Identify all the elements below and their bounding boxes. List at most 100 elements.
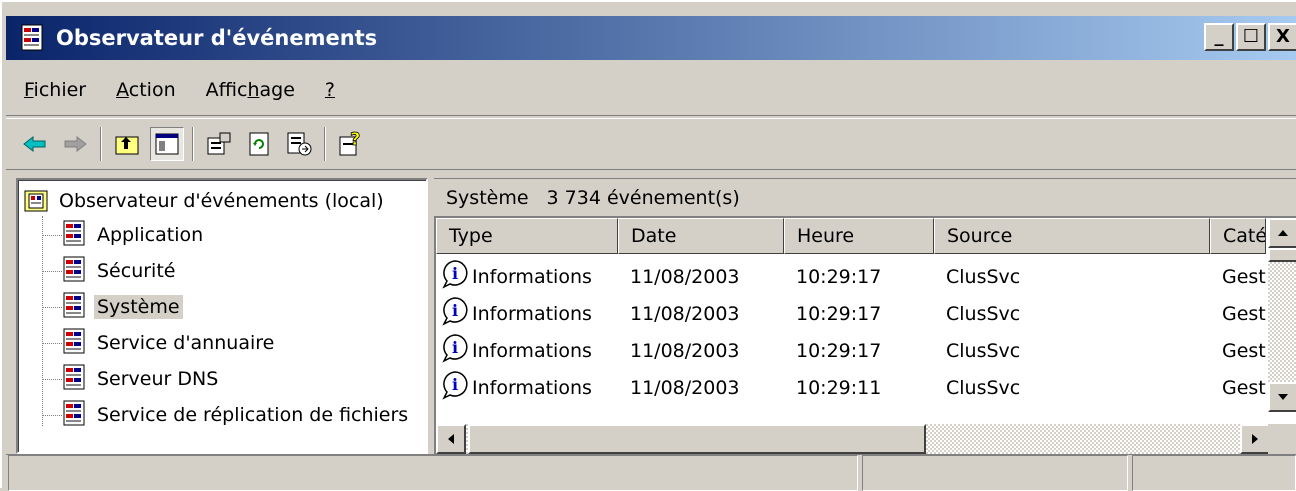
menu-affichage[interactable]: Affichage (206, 79, 295, 101)
tree-item-log[interactable]: Serveur DNS (62, 362, 221, 396)
table-cell: ClusSvc (934, 340, 1210, 362)
table-cell: i Informations (436, 370, 618, 405)
information-icon: i (436, 259, 472, 294)
forward-arrow-icon (64, 135, 87, 153)
cell-text: 10:29:11 (796, 376, 882, 399)
cell-text: Gestion (1222, 339, 1266, 362)
tree-connector (42, 235, 62, 236)
minimize-button[interactable]: _ (1204, 23, 1234, 51)
cell-text: Informations (472, 265, 592, 288)
tree-connector (42, 379, 62, 380)
event-list[interactable]: Type Date Heure Source Catégorie i Inform… (434, 216, 1296, 454)
arrow-right-icon (1252, 434, 1258, 444)
tree-connector (42, 216, 43, 426)
tree-item-label: Service de réplication de fichiers (97, 404, 409, 426)
menu-action[interactable]: Action (116, 79, 176, 101)
event-rows: i Informations 11/08/2003 10:29:17 ClusSvc Ge… (436, 258, 1266, 406)
svg-text:?: ? (350, 131, 360, 150)
cell-text: Informations (472, 339, 592, 362)
status-panel-main (8, 455, 858, 491)
tree-item-log[interactable]: Service d'annuaire (62, 326, 277, 360)
tree-item-log[interactable]: Système (62, 290, 183, 324)
column-header-date[interactable]: Date (618, 218, 784, 254)
tree-connector (42, 307, 62, 308)
tree-root-node[interactable]: Observateur d'événements (local) (24, 184, 387, 218)
table-cell: 11/08/2003 (618, 303, 784, 325)
close-button[interactable]: X (1268, 23, 1296, 51)
export-list-icon (287, 132, 312, 156)
horizontal-scrollbar[interactable] (436, 424, 1270, 454)
scroll-down-button[interactable] (1268, 382, 1296, 412)
vertical-scrollbar[interactable] (1268, 218, 1296, 412)
tree-root-label: Observateur d'événements (local) (59, 190, 384, 212)
tree-item-label: Service d'annuaire (97, 332, 275, 354)
cell-text: Gestion (1222, 376, 1266, 399)
result-pane-header: Système 3 734 événement(s) (434, 178, 1296, 216)
horizontal-scroll-thumb[interactable] (468, 424, 926, 454)
refresh-icon (249, 132, 269, 156)
properties-button[interactable] (202, 127, 236, 161)
table-row[interactable]: i Informations 11/08/2003 10:29:17 ClusSvc Ge… (436, 295, 1266, 332)
scroll-right-button[interactable] (1240, 424, 1270, 454)
properties-icon (207, 132, 231, 155)
maximize-button[interactable]: ☐ (1236, 23, 1266, 51)
cell-text: 11/08/2003 (630, 376, 740, 399)
column-header-type[interactable]: Type (436, 218, 618, 254)
scrollbar-corner (1268, 424, 1296, 454)
column-header-source[interactable]: Source (934, 218, 1210, 254)
table-row[interactable]: i Informations 11/08/2003 10:29:17 ClusSvc Ge… (436, 258, 1266, 295)
help-button[interactable]: ? (334, 127, 368, 161)
table-cell: Gestion (1210, 340, 1266, 362)
menu-fichier[interactable]: Fichier (24, 79, 86, 101)
event-log-icon (62, 328, 86, 359)
up-folder-icon (115, 136, 139, 155)
cell-text: 10:29:17 (796, 265, 882, 288)
information-icon: i (436, 333, 472, 368)
cell-text: 11/08/2003 (630, 302, 740, 325)
cell-text: Informations (472, 376, 592, 399)
cell-text: Gestion (1222, 302, 1266, 325)
information-icon: i (436, 370, 472, 405)
event-log-icon (62, 292, 86, 323)
tree-item-log[interactable]: Service de réplication de fichiers (62, 398, 411, 432)
event-viewer-app-icon[interactable] (20, 24, 46, 52)
column-header-time[interactable]: Heure (784, 218, 934, 254)
menu-help[interactable]: ? (325, 79, 335, 101)
cell-text: 10:29:17 (796, 302, 882, 325)
show-hide-tree-button[interactable] (150, 127, 184, 161)
vertical-scroll-thumb[interactable] (1268, 248, 1296, 262)
back-button[interactable] (18, 127, 52, 161)
refresh-button[interactable] (242, 127, 276, 161)
tree-item-label: Application (97, 224, 204, 246)
table-cell: 11/08/2003 (618, 266, 784, 288)
column-header-category[interactable]: Catégorie (1210, 218, 1266, 254)
export-list-button[interactable] (282, 127, 316, 161)
table-cell: 10:29:17 (784, 266, 934, 288)
cell-text: ClusSvc (946, 265, 1021, 288)
table-row[interactable]: i Informations 11/08/2003 10:29:11 ClusSvc Ge… (436, 369, 1266, 406)
status-panel-3 (1132, 455, 1296, 491)
title-bar[interactable]: Observateur d'événements _ ☐ X (6, 16, 1296, 60)
window-title: Observateur d'événements (56, 26, 378, 50)
console-tree[interactable]: Observateur d'événements (local) Applica… (16, 178, 428, 454)
table-cell: ClusSvc (934, 266, 1210, 288)
toolbar-separator (192, 127, 194, 161)
forward-button[interactable] (58, 127, 92, 161)
table-cell: ClusSvc (934, 377, 1210, 399)
table-cell: i Informations (436, 296, 618, 331)
scroll-left-button[interactable] (436, 424, 466, 454)
up-one-level-button[interactable] (110, 127, 144, 161)
svg-text:i: i (452, 338, 458, 357)
event-log-icon (62, 220, 86, 251)
status-panel-2 (862, 455, 1128, 491)
table-cell: 10:29:17 (784, 303, 934, 325)
tree-connector (42, 415, 62, 416)
table-row[interactable]: i Informations 11/08/2003 10:29:17 ClusSvc Ge… (436, 332, 1266, 369)
table-cell: ClusSvc (934, 303, 1210, 325)
table-cell: Gestion (1210, 303, 1266, 325)
scroll-up-button[interactable] (1268, 218, 1296, 248)
tree-item-log[interactable]: Sécurité (62, 254, 178, 288)
table-cell: 11/08/2003 (618, 377, 784, 399)
tree-item-log[interactable]: Application (62, 218, 206, 252)
cell-text: ClusSvc (946, 302, 1021, 325)
